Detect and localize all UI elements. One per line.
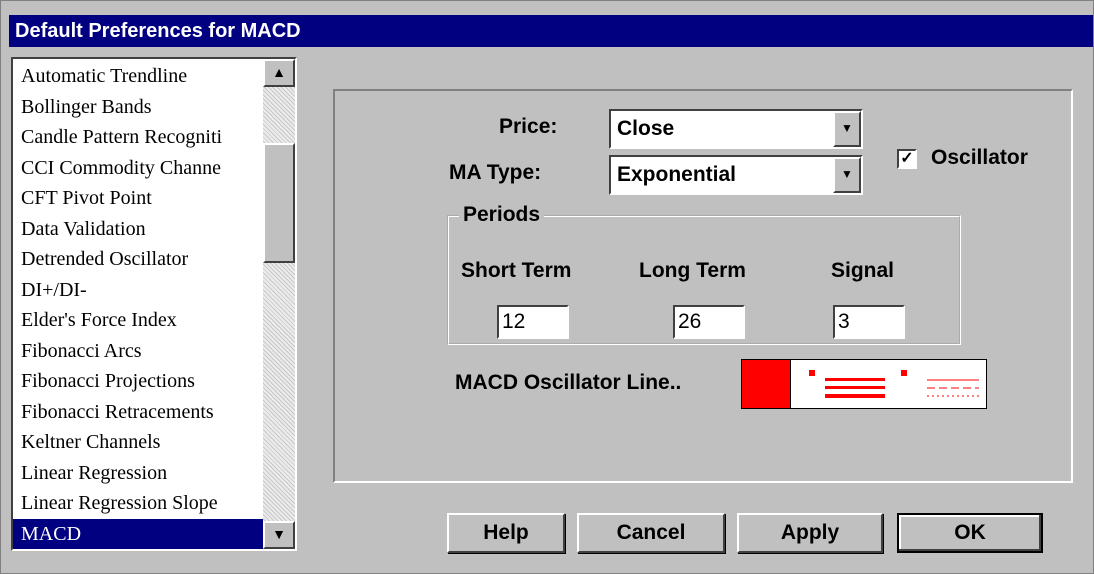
indicator-list: Automatic Trendline Bollinger Bands Candle… [13, 61, 263, 549]
oscillator-line-label[interactable]: MACD Oscillator Line.. [455, 371, 681, 395]
signal-label: Signal [831, 259, 895, 282]
oscillator-label[interactable]: Oscillator [931, 146, 1028, 170]
list-item[interactable]: CCI Commodity Channe [13, 153, 263, 184]
help-button[interactable]: Help [447, 513, 565, 553]
line-color-swatch[interactable] [742, 360, 791, 408]
list-item[interactable]: DI+/DI- [13, 275, 263, 306]
ma-type-select[interactable]: Exponential ▼ [609, 155, 863, 195]
indicator-listbox[interactable]: Automatic Trendline Bollinger Bands Candle… [11, 57, 297, 551]
list-item[interactable]: Fibonacci Retracements [13, 397, 263, 428]
price-select[interactable]: Close ▼ [609, 109, 863, 149]
ok-button[interactable]: OK [897, 513, 1043, 553]
list-item[interactable]: CFT Pivot Point [13, 183, 263, 214]
list-scrollbar[interactable]: ▲ ▼ [263, 59, 295, 549]
checkmark-icon: ✓ [900, 150, 914, 167]
list-item[interactable]: Candle Pattern Recogniti [13, 122, 263, 153]
scroll-up-button[interactable]: ▲ [263, 59, 295, 87]
long-term-input[interactable]: 26 [673, 305, 745, 339]
price-select-value: Close [617, 117, 675, 140]
apply-button[interactable]: Apply [737, 513, 883, 553]
oscillator-checkbox[interactable]: ✓ [897, 149, 917, 169]
list-item[interactable]: Elder's Force Index [13, 305, 263, 336]
periods-group-title: Periods [459, 203, 545, 227]
scroll-down-button[interactable]: ▼ [263, 521, 295, 549]
down-arrow-icon: ▼ [272, 526, 286, 542]
list-item[interactable]: Linear Regression Slope [13, 488, 263, 519]
short-term-input[interactable]: 12 [497, 305, 569, 339]
cancel-button[interactable]: Cancel [577, 513, 725, 553]
list-item[interactable]: Fibonacci Projections [13, 366, 263, 397]
scroll-thumb[interactable] [263, 143, 295, 263]
preferences-dialog: Default Preferences for MACD Automatic T… [0, 0, 1094, 574]
ma-type-dropdown-button[interactable]: ▼ [833, 157, 861, 193]
up-arrow-icon: ▲ [272, 64, 286, 80]
chevron-down-icon: ▼ [841, 121, 853, 135]
window-title: Default Preferences for MACD [15, 20, 301, 42]
price-dropdown-button[interactable]: ▼ [833, 111, 861, 147]
list-item[interactable]: Fibonacci Arcs [13, 336, 263, 367]
title-bar: Default Preferences for MACD [9, 15, 1093, 47]
ma-type-label: MA Type: [449, 161, 542, 184]
list-item[interactable]: MACD [13, 518, 263, 549]
short-term-label: Short Term [461, 259, 572, 282]
chevron-down-icon: ▼ [841, 167, 853, 181]
price-label: Price: [499, 115, 558, 138]
list-item[interactable]: Linear Regression [13, 458, 263, 489]
settings-panel: Price: Close ▼ MA Type: Exponential ▼ ✓ … [333, 89, 1073, 483]
oscillator-line-style-picker[interactable] [741, 359, 987, 409]
ma-type-select-value: Exponential [617, 163, 737, 186]
signal-input[interactable]: 3 [833, 305, 905, 339]
list-item[interactable]: Data Validation [13, 214, 263, 245]
list-item[interactable]: Automatic Trendline [13, 61, 263, 92]
list-item[interactable]: Detrended Oscillator [13, 244, 263, 275]
line-style-preview-icon [809, 370, 979, 398]
long-term-label: Long Term [639, 259, 746, 282]
list-item[interactable]: Keltner Channels [13, 427, 263, 458]
list-item[interactable]: Bollinger Bands [13, 92, 263, 123]
